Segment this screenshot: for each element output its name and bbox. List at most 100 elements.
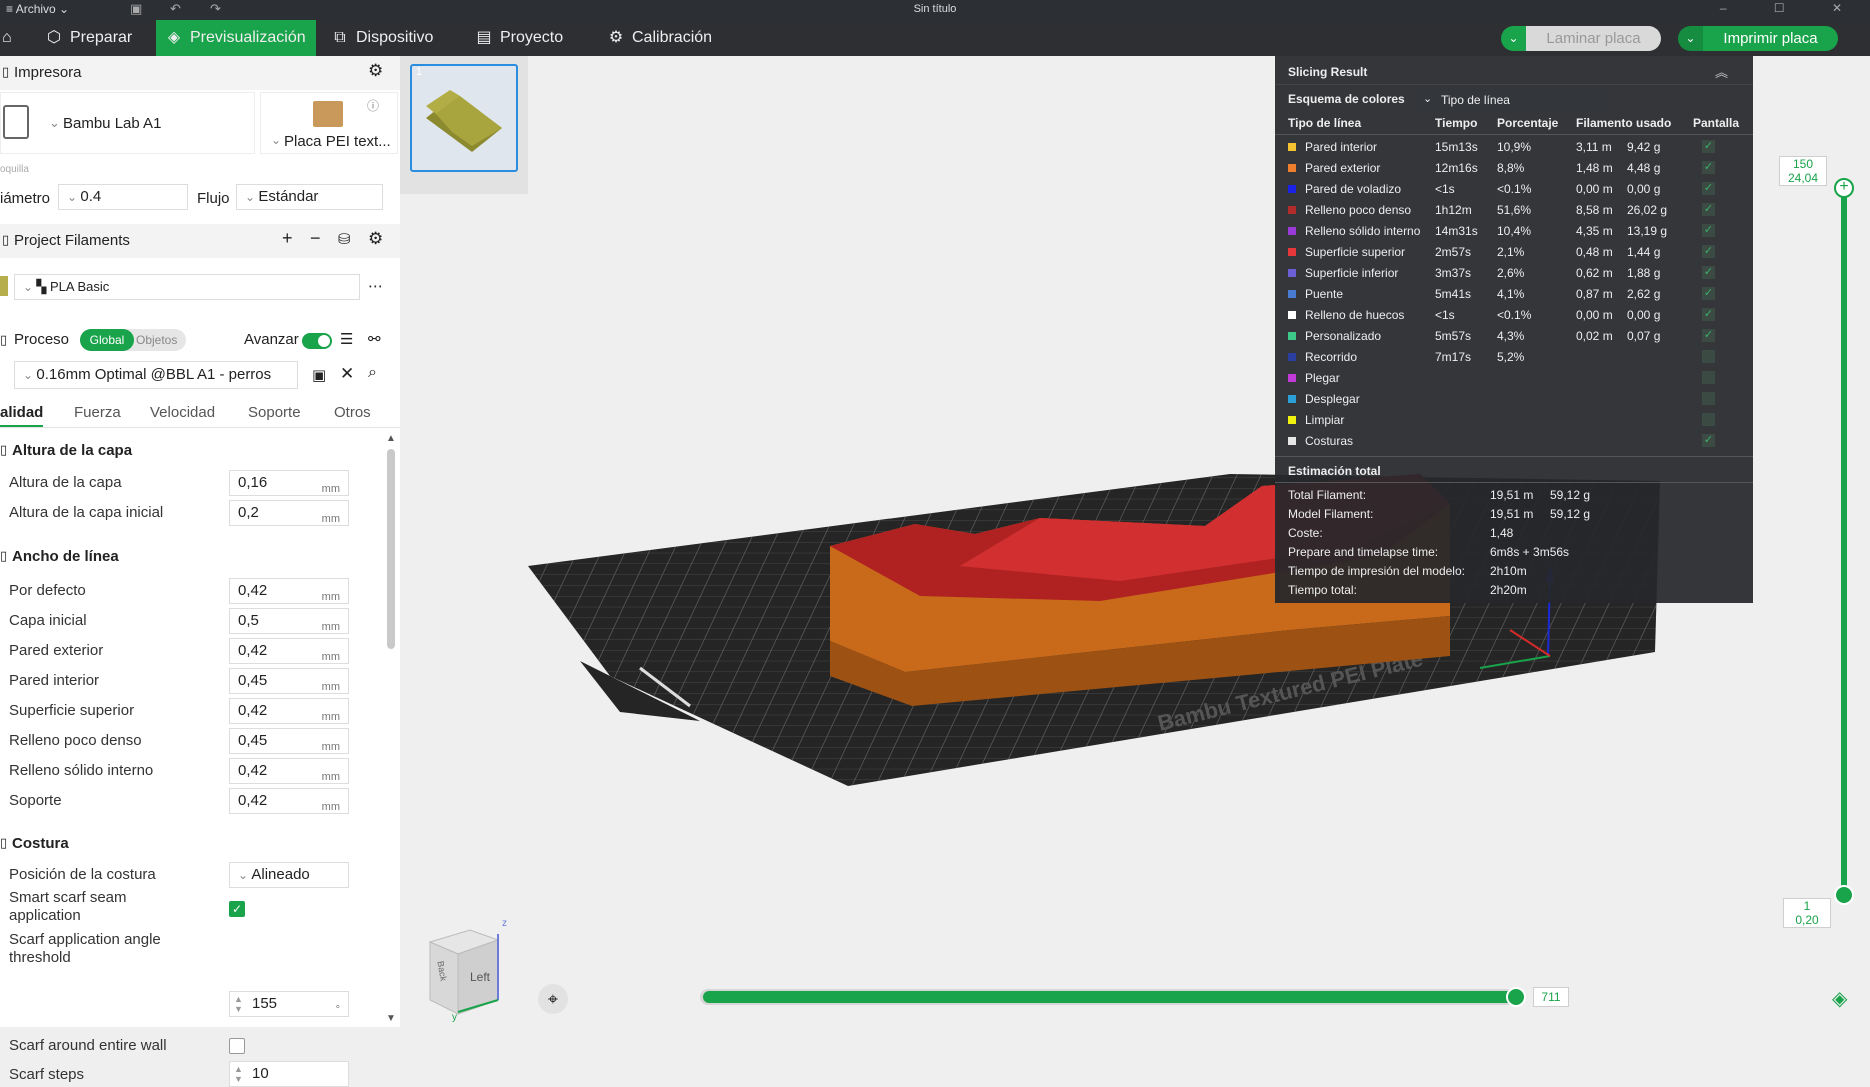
scrollbar[interactable]: ▲ ▼	[386, 433, 396, 1027]
layers-icon[interactable]: ◈	[1832, 986, 1847, 1011]
line-width-input[interactable]: 0,42 mm	[229, 638, 349, 664]
flow-select[interactable]: ⌄ Estándar	[236, 184, 383, 210]
display-checkbox[interactable]	[1702, 392, 1715, 405]
display-checkbox[interactable]: ✓	[1702, 434, 1715, 447]
tab-support[interactable]: Soporte	[248, 404, 301, 421]
objects-option[interactable]: Objetos	[136, 333, 177, 347]
tab-quality[interactable]: alidad	[0, 404, 44, 427]
line-type-color-swatch	[1288, 143, 1296, 151]
line-type-row[interactable]: Limpiar	[1275, 409, 1753, 430]
tab-device[interactable]: ⧉ Dispositivo	[322, 20, 452, 56]
scroll-down-icon[interactable]: ▼	[386, 1013, 396, 1024]
display-checkbox[interactable]: ✓	[1702, 308, 1715, 321]
view-cube[interactable]: Left Back z y	[424, 918, 514, 1024]
color-scheme-select[interactable]: ⌄ Tipo de línea	[1417, 90, 1607, 110]
display-checkbox[interactable]	[1702, 371, 1715, 384]
search-icon[interactable]: ⌕	[368, 364, 377, 382]
line-type-row[interactable]: Plegar	[1275, 367, 1753, 388]
line-type-row[interactable]: Relleno poco denso 1h12m 51,6% 8,58 m 26,02 …	[1275, 199, 1753, 220]
display-checkbox[interactable]	[1702, 350, 1715, 363]
tab-calibration[interactable]: ⚙ Calibración	[598, 20, 728, 56]
tab-preview[interactable]: ◈ Previsualización	[156, 20, 316, 56]
stepper-arrows-icon[interactable]: ▲ ▼	[234, 994, 243, 1014]
line-width-input[interactable]: 0,42 mm	[229, 698, 349, 724]
advance-toggle[interactable]	[302, 333, 332, 349]
close-icon[interactable]: ✕	[340, 364, 354, 384]
display-checkbox[interactable]: ✓	[1702, 245, 1715, 258]
line-width-input[interactable]: 0,42 mm	[229, 578, 349, 604]
line-width-input[interactable]: 0,45 mm	[229, 728, 349, 754]
gear-icon[interactable]: ⚙	[368, 229, 383, 249]
filament-select[interactable]: ⌄ ▚ PLA Basic	[14, 274, 360, 300]
display-checkbox[interactable]	[1702, 413, 1715, 426]
filament-color-swatch[interactable]	[0, 276, 8, 296]
sync-icon[interactable]: ⛁	[338, 230, 351, 248]
line-type-row[interactable]: Pared exterior 12m16s 8,8% 1,48 m 4,48 g ✓	[1275, 157, 1753, 178]
display-checkbox[interactable]: ✓	[1702, 203, 1715, 216]
tab-prepare[interactable]: ⬡ Preparar	[36, 20, 154, 56]
scarf-steps-stepper[interactable]: ▲ ▼ 10	[229, 1061, 349, 1087]
display-checkbox[interactable]: ✓	[1702, 182, 1715, 195]
slice-plate-button[interactable]: Laminar placa	[1526, 26, 1661, 51]
layer-height-input[interactable]: 0,16 mm	[229, 470, 349, 496]
line-type-row[interactable]: Pared interior 15m13s 10,9% 3,11 m 9,42 g ✓	[1275, 136, 1753, 157]
printer-selector[interactable]: ⌄ Bambu Lab A1	[0, 92, 255, 154]
scrollbar-thumb[interactable]	[387, 449, 395, 649]
collapse-icon[interactable]: ︽	[1715, 62, 1728, 81]
line-width-input[interactable]: 0,5 mm	[229, 608, 349, 634]
display-checkbox[interactable]: ✓	[1702, 224, 1715, 237]
tab-others[interactable]: Otros	[334, 404, 371, 421]
line-type-row[interactable]: Desplegar	[1275, 388, 1753, 409]
display-checkbox[interactable]: ✓	[1702, 140, 1715, 153]
print-plate-button[interactable]: Imprimir placa	[1703, 26, 1838, 51]
add-icon[interactable]: +	[282, 228, 293, 249]
smart-scarf-checkbox[interactable]: ✓	[229, 901, 245, 917]
window-controls[interactable]: – ☐ ✕	[1720, 1, 1864, 15]
more-icon[interactable]: ⋯	[368, 277, 383, 295]
tab-speed[interactable]: Velocidad	[150, 404, 215, 421]
camera-reset-icon[interactable]: ⌖	[538, 984, 568, 1014]
line-type-row[interactable]: Superficie superior 2m57s 2,1% 0,48 m 1,44 g…	[1275, 241, 1753, 262]
process-profile-select[interactable]: ⌄ 0.16mm Optimal @BBL A1 - perros	[14, 361, 298, 389]
slice-dropdown-icon[interactable]: ⌄	[1501, 26, 1526, 51]
display-checkbox[interactable]: ✓	[1702, 329, 1715, 342]
top-layer-handle[interactable]: +	[1834, 178, 1854, 198]
home-icon[interactable]: ⌂	[0, 20, 20, 56]
bottom-layer-handle[interactable]	[1834, 885, 1854, 905]
scarf-around-checkbox[interactable]	[229, 1038, 245, 1054]
info-icon[interactable]: ⓘ	[367, 97, 379, 114]
line-type-row[interactable]: Superficie inferior 3m37s 2,6% 0,62 m 1,88 g…	[1275, 262, 1753, 283]
plate-selector[interactable]: ⓘ ⌄ Placa PEI text...	[260, 92, 398, 154]
save-icon[interactable]: ▣	[312, 366, 326, 384]
display-checkbox[interactable]: ✓	[1702, 161, 1715, 174]
tab-project[interactable]: ▤ Proyecto	[466, 20, 586, 56]
remove-icon[interactable]: −	[310, 228, 321, 249]
scope-toggle[interactable]: Global Objetos	[80, 329, 186, 351]
layer-slider-track[interactable]	[1841, 190, 1847, 896]
print-dropdown-icon[interactable]: ⌄	[1678, 26, 1703, 51]
line-type-row[interactable]: Pared de voladizo <1s <0.1% 0,00 m 0,00 g ✓	[1275, 178, 1753, 199]
seam-position-select[interactable]: ⌄ Alineado	[229, 862, 349, 888]
compare-icon[interactable]: ⚯	[368, 330, 381, 348]
line-type-row[interactable]: Relleno de huecos <1s <0.1% 0,00 m 0,00 g ✓	[1275, 304, 1753, 325]
line-type-row[interactable]: Costuras ✓	[1275, 430, 1753, 451]
stepper-arrows-icon[interactable]: ▲ ▼	[234, 1064, 243, 1084]
line-type-row[interactable]: Personalizado 5m57s 4,3% 0,02 m 0,07 g ✓	[1275, 325, 1753, 346]
line-width-input[interactable]: 0,42 mm	[229, 758, 349, 784]
line-type-row[interactable]: Relleno sólido interno 14m31s 10,4% 4,35 m 1…	[1275, 220, 1753, 241]
global-option[interactable]: Global	[80, 329, 134, 351]
initial-layer-height-input[interactable]: 0,2 mm	[229, 500, 349, 526]
nozzle-diameter-select[interactable]: ⌄ 0.4	[58, 184, 188, 210]
list-icon[interactable]: ☰	[340, 330, 353, 348]
tab-strength[interactable]: Fuerza	[74, 404, 121, 421]
scroll-up-icon[interactable]: ▲	[386, 433, 396, 444]
move-slider-handle[interactable]	[1506, 987, 1526, 1007]
display-checkbox[interactable]: ✓	[1702, 266, 1715, 279]
line-width-input[interactable]: 0,45 mm	[229, 668, 349, 694]
line-type-row[interactable]: Recorrido 7m17s 5,2%	[1275, 346, 1753, 367]
display-checkbox[interactable]: ✓	[1702, 287, 1715, 300]
scarf-angle-stepper[interactable]: ▲ ▼ 155 °	[229, 991, 349, 1017]
line-width-input[interactable]: 0,42 mm	[229, 788, 349, 814]
gear-icon[interactable]: ⚙	[368, 61, 383, 81]
line-type-row[interactable]: Puente 5m41s 4,1% 0,87 m 2,62 g ✓	[1275, 283, 1753, 304]
